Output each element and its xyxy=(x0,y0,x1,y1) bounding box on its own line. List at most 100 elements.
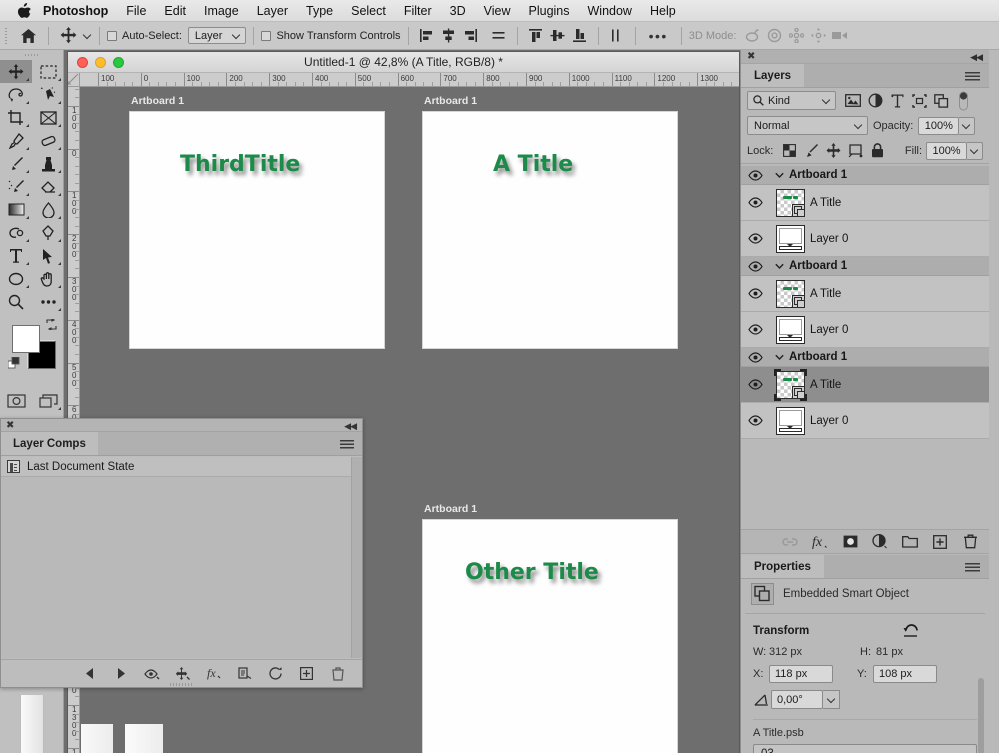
layer-thumbnail[interactable] xyxy=(773,368,807,401)
align-bottom-edges-icon[interactable] xyxy=(569,25,591,47)
options-bar-grip[interactable] xyxy=(0,22,11,50)
auto-select-scope-dropdown[interactable]: Layer xyxy=(187,27,247,44)
align-vertical-centers-icon[interactable] xyxy=(547,25,569,47)
lock-image-pixels-icon[interactable] xyxy=(802,141,820,160)
menu-help[interactable]: Help xyxy=(641,0,685,22)
filter-smart-object-icon[interactable] xyxy=(930,90,952,112)
visibility-toggle-icon[interactable] xyxy=(741,166,770,184)
menu-layer[interactable]: Layer xyxy=(248,0,297,22)
menu-type[interactable]: Type xyxy=(297,0,342,22)
foreground-color-swatch[interactable] xyxy=(12,325,40,353)
blend-mode-dropdown[interactable]: Normal xyxy=(747,116,868,135)
ruler-origin[interactable] xyxy=(68,73,80,87)
align-top-edges-icon[interactable] xyxy=(525,25,547,47)
history-brush-tool[interactable] xyxy=(0,175,32,198)
slide-3d-icon[interactable] xyxy=(807,25,829,47)
menu-plugins[interactable]: Plugins xyxy=(520,0,579,22)
auto-select-checkbox[interactable] xyxy=(107,30,117,41)
rectangular-marquee-tool[interactable] xyxy=(32,60,64,83)
filter-shape-icon[interactable] xyxy=(908,90,930,112)
artboard[interactable]: A Title xyxy=(423,112,677,348)
align-horizontal-centers-icon[interactable] xyxy=(438,25,460,47)
properties-scrollbar[interactable] xyxy=(978,678,984,753)
filter-pixel-icon[interactable] xyxy=(842,90,864,112)
distribute-vertically-icon[interactable] xyxy=(606,25,628,47)
layer-comps-scrollbar[interactable] xyxy=(351,457,362,658)
menu-file[interactable]: File xyxy=(117,0,155,22)
orbit-3d-icon[interactable] xyxy=(741,25,763,47)
layer-comps-list[interactable]: Last Document State xyxy=(1,457,362,658)
apple-logo-icon[interactable] xyxy=(14,0,34,22)
angle-stepper[interactable] xyxy=(823,690,840,709)
tab-layer-comps[interactable]: Layer Comps xyxy=(1,432,98,455)
visibility-toggle-icon[interactable] xyxy=(741,221,770,256)
visibility-toggle-icon[interactable] xyxy=(741,348,770,366)
visibility-toggle-icon[interactable] xyxy=(741,367,770,402)
chevron-down-icon[interactable] xyxy=(770,354,789,361)
layer-row[interactable]: A Title xyxy=(741,185,989,221)
lock-position-icon[interactable] xyxy=(825,141,843,160)
artboard-text[interactable]: A Title xyxy=(493,152,573,177)
menu-view[interactable]: View xyxy=(475,0,520,22)
add-layer-mask-icon[interactable] xyxy=(841,533,859,551)
add-layer-style-icon[interactable]: fx xyxy=(811,533,829,551)
object-selection-tool[interactable] xyxy=(32,83,64,106)
gradient-tool[interactable] xyxy=(0,198,32,221)
next-comp-icon[interactable] xyxy=(112,665,129,682)
screen-mode-icon[interactable] xyxy=(32,389,64,412)
artboard-label[interactable]: Artboard 1 xyxy=(131,95,184,107)
panel-menu-icon[interactable] xyxy=(340,440,354,449)
visibility-toggle-icon[interactable] xyxy=(741,403,770,438)
artboard[interactable]: ThirdTitle xyxy=(130,112,384,348)
pan-3d-icon[interactable] xyxy=(785,25,807,47)
clone-stamp-tool[interactable] xyxy=(32,152,64,175)
collapse-panel-icon[interactable]: ◀◀ xyxy=(344,420,357,432)
menu-window[interactable]: Window xyxy=(579,0,641,22)
layer-row[interactable]: A Title xyxy=(741,367,989,403)
quick-mask-icon[interactable] xyxy=(0,389,32,412)
filter-type-icon[interactable] xyxy=(886,90,908,112)
align-right-edges-icon[interactable] xyxy=(460,25,482,47)
refresh-comp-icon[interactable] xyxy=(267,665,284,682)
menu-select[interactable]: Select xyxy=(342,0,395,22)
close-icon[interactable]: ✖ xyxy=(747,51,755,63)
ellipse-shape-tool[interactable] xyxy=(0,267,32,290)
move-tool[interactable] xyxy=(0,60,32,83)
menu-photoshop[interactable]: Photoshop xyxy=(34,0,117,22)
artboard-label[interactable]: Artboard 1 xyxy=(424,503,477,515)
layer-row[interactable]: Layer 0 xyxy=(741,312,989,348)
more-options-button[interactable]: ••• xyxy=(643,29,674,43)
visibility-toggle-icon[interactable] xyxy=(741,276,770,311)
align-left-edges-icon[interactable] xyxy=(416,25,438,47)
lasso-tool[interactable] xyxy=(0,83,32,106)
tools-panel-grip[interactable] xyxy=(0,50,63,60)
position-comp-icon[interactable] xyxy=(174,665,191,682)
layer-group-row[interactable]: Artboard 1 xyxy=(741,166,989,185)
artboard-label[interactable]: Artboard 1 xyxy=(424,95,477,107)
camera-3d-icon[interactable] xyxy=(829,25,851,47)
visibility-toggle-icon[interactable] xyxy=(741,312,770,347)
hand-tool[interactable] xyxy=(32,267,64,290)
y-input[interactable]: 108 px xyxy=(873,665,937,683)
eraser-tool[interactable] xyxy=(32,175,64,198)
distribute-horizontally-icon[interactable] xyxy=(488,25,510,47)
update-layer-comp-icon[interactable] xyxy=(236,665,253,682)
layer-thumbnail[interactable] xyxy=(775,188,805,217)
swap-colors-icon[interactable] xyxy=(46,319,57,330)
move-tool-icon[interactable] xyxy=(56,24,80,48)
visibility-toggle-icon[interactable] xyxy=(741,185,770,220)
zoom-tool[interactable] xyxy=(0,290,32,313)
opacity-input[interactable]: 100% xyxy=(918,116,960,135)
list-item[interactable]: Last Document State xyxy=(1,457,362,477)
fill-stepper[interactable] xyxy=(967,141,984,160)
horizontal-ruler[interactable]: 100 0 100 200 300 400 500 600 700 800 900 1000 1100 1… xyxy=(80,73,739,87)
tool-preset-chevron-down-icon[interactable] xyxy=(83,31,92,40)
artboard[interactable]: Other Title xyxy=(423,520,677,753)
home-icon[interactable] xyxy=(15,23,41,49)
filter-adjustment-icon[interactable] xyxy=(864,90,886,112)
resize-handle[interactable] xyxy=(169,683,194,686)
new-adjustment-layer-icon[interactable] xyxy=(871,533,889,551)
frame-tool[interactable] xyxy=(32,106,64,129)
new-group-icon[interactable] xyxy=(901,533,919,551)
new-layer-icon[interactable] xyxy=(931,533,949,551)
